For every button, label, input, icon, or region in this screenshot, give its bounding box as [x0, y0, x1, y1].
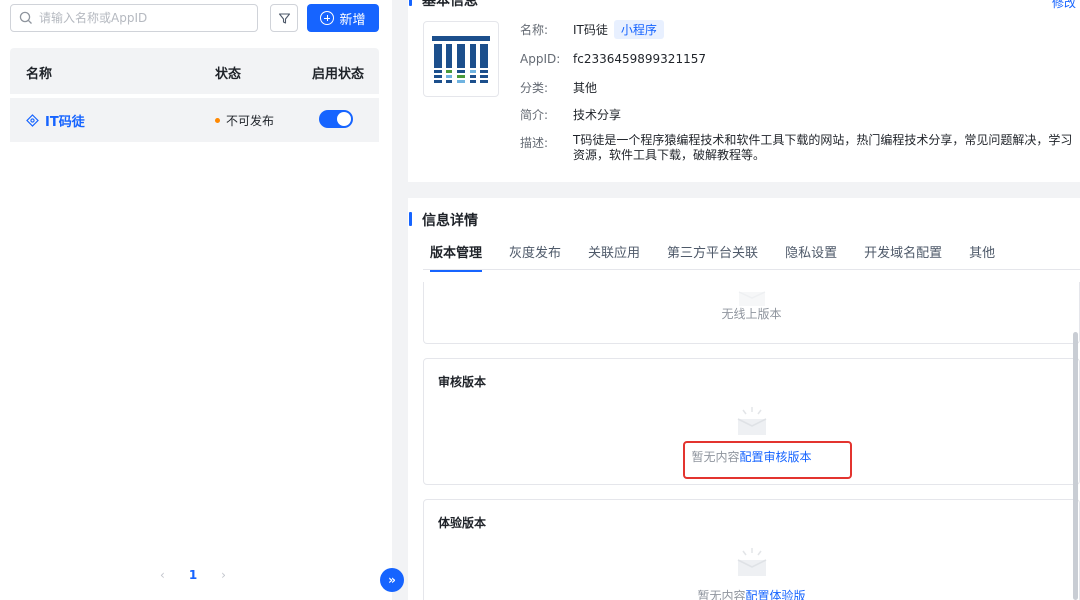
desc-label: 描述:	[520, 134, 548, 151]
section-marker	[409, 212, 412, 226]
online-empty-text: 无线上版本	[424, 305, 1079, 322]
add-button-label: 新增	[339, 9, 365, 28]
search-box[interactable]	[10, 4, 258, 32]
status-dot-icon	[215, 118, 220, 123]
empty-box-icon	[735, 405, 769, 437]
tab-gray-release[interactable]: 灰度发布	[509, 242, 561, 272]
next-page-button[interactable]: ›	[221, 568, 226, 582]
prev-page-button[interactable]: ‹	[160, 568, 165, 582]
app-logo	[423, 21, 499, 97]
app-name: IT码徒	[45, 111, 85, 130]
basic-info-card: 基本信息 修改 名称: IT码徒小程序	[408, 0, 1080, 182]
diamond-icon	[26, 114, 39, 127]
app-status: 不可发布	[215, 112, 274, 129]
detail-title: 信息详情	[422, 210, 478, 230]
search-input[interactable]	[39, 5, 249, 31]
intro-label: 简介:	[520, 106, 548, 123]
pagination: ‹ 1 ›	[160, 568, 226, 582]
column-name: 名称	[26, 63, 52, 82]
trial-version-title: 体验版本	[438, 514, 486, 531]
app-list-panel: 新增 名称 状态 启用状态 IT码徒 不可发布 ‹ 1 ›	[0, 0, 392, 600]
section-marker	[409, 0, 412, 6]
page-scrollbar[interactable]	[1073, 332, 1078, 600]
detail-tabs: 版本管理 灰度发布 关联应用 第三方平台关联 隐私设置 开发域名配置 其他	[430, 242, 1022, 272]
highlight-frame	[683, 441, 852, 479]
type-badge: 小程序	[614, 20, 664, 39]
category-value: 其他	[573, 79, 597, 96]
trial-empty-text: 暂无内容	[697, 589, 745, 600]
trial-empty-line: 暂无内容配置体验版	[424, 587, 1079, 600]
plus-circle-icon	[320, 11, 334, 25]
detail-card: 信息详情 版本管理 灰度发布 关联应用 第三方平台关联 隐私设置 开发域名配置 …	[408, 198, 1080, 600]
desc-value: T码徒是一个程序猿编程技术和软件工具下载的网站，热门编程技术分享，常见问题解决，…	[573, 133, 1080, 163]
app-name-link[interactable]: IT码徒	[26, 111, 85, 130]
basic-info-title: 基本信息	[422, 0, 478, 10]
column-enabled: 启用状态	[312, 63, 364, 82]
filter-button[interactable]	[270, 4, 298, 32]
name-value-wrap: IT码徒小程序	[573, 20, 664, 39]
enable-toggle[interactable]	[319, 110, 353, 128]
name-value: IT码徒	[573, 23, 608, 37]
review-version-title: 审核版本	[438, 373, 486, 390]
trial-version-box: 体验版本 暂无内容配置体验版	[423, 499, 1080, 600]
appid-value: fc2336459899321157	[573, 52, 706, 66]
tab-third-party[interactable]: 第三方平台关联	[667, 242, 758, 272]
iti-logo-icon	[424, 22, 498, 96]
collapse-sidebar-button[interactable]: »	[380, 568, 404, 592]
add-button[interactable]: 新增	[307, 4, 379, 32]
name-label: 名称:	[520, 21, 548, 38]
page-1-button[interactable]: 1	[189, 568, 197, 582]
tab-version-management[interactable]: 版本管理	[430, 242, 482, 272]
appid-label: AppID:	[520, 52, 560, 66]
tab-divider	[423, 269, 1080, 270]
tab-dev-domain[interactable]: 开发域名配置	[864, 242, 942, 272]
tab-linked-apps[interactable]: 关联应用	[588, 242, 640, 272]
category-label: 分类:	[520, 79, 548, 96]
configure-trial-link[interactable]: 配置体验版	[746, 589, 806, 600]
online-version-box: 无线上版本	[423, 282, 1080, 344]
app-status-text: 不可发布	[226, 112, 274, 129]
table-row[interactable]: IT码徒 不可发布	[10, 98, 379, 142]
empty-box-icon	[735, 546, 769, 578]
column-status: 状态	[215, 63, 241, 82]
intro-value: 技术分享	[573, 106, 621, 123]
search-icon	[19, 11, 33, 25]
filter-icon	[278, 12, 291, 25]
tab-privacy[interactable]: 隐私设置	[785, 242, 837, 272]
review-version-box: 审核版本 暂无内容配置审核版本	[423, 358, 1080, 485]
tab-other[interactable]: 其他	[969, 242, 995, 272]
edit-link[interactable]: 修改	[1052, 0, 1076, 11]
table-header: 名称 状态 启用状态	[10, 48, 379, 94]
